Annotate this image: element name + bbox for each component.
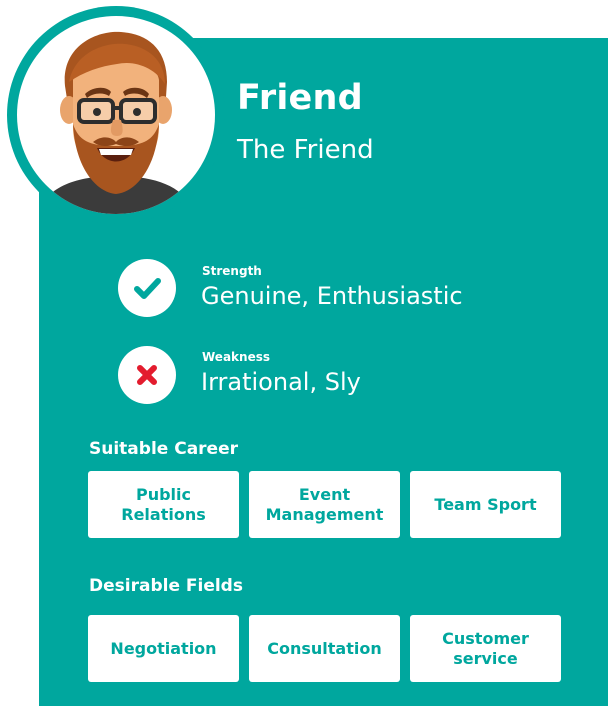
bearded-man-avatar-icon xyxy=(37,31,195,214)
career-tile-label: Team Sport xyxy=(434,494,537,514)
personality-card-stage: Friend The Friend Strength Genuine, Enth… xyxy=(0,0,608,707)
check-icon xyxy=(134,278,161,299)
field-tile-label: Consultation xyxy=(267,638,382,658)
field-tile: Negotiation xyxy=(88,615,239,682)
weakness-label: Weakness xyxy=(202,350,270,364)
field-tile-label: Negotiation xyxy=(110,638,217,658)
career-tile: Team Sport xyxy=(410,471,561,538)
career-tile: Public Relations xyxy=(88,471,239,538)
weakness-value: Irrational, Sly xyxy=(201,368,361,396)
career-tile-label: Public Relations xyxy=(121,484,206,524)
field-tile: Customer service xyxy=(410,615,561,682)
avatar xyxy=(17,16,215,214)
field-tile-label: Customer service xyxy=(442,628,529,668)
suitable-career-heading: Suitable Career xyxy=(89,439,238,459)
career-tile-label: Event Management xyxy=(265,484,384,524)
strength-badge xyxy=(118,259,176,317)
career-tile: Event Management xyxy=(249,471,400,538)
field-tile: Consultation xyxy=(249,615,400,682)
desirable-fields-heading: Desirable Fields xyxy=(89,576,243,596)
strength-value: Genuine, Enthusiastic xyxy=(201,282,463,310)
cross-icon xyxy=(137,365,157,385)
strength-label: Strength xyxy=(202,264,262,278)
profile-subtitle: The Friend xyxy=(237,135,374,165)
profile-name: Friend xyxy=(237,78,363,118)
weakness-badge xyxy=(118,346,176,404)
